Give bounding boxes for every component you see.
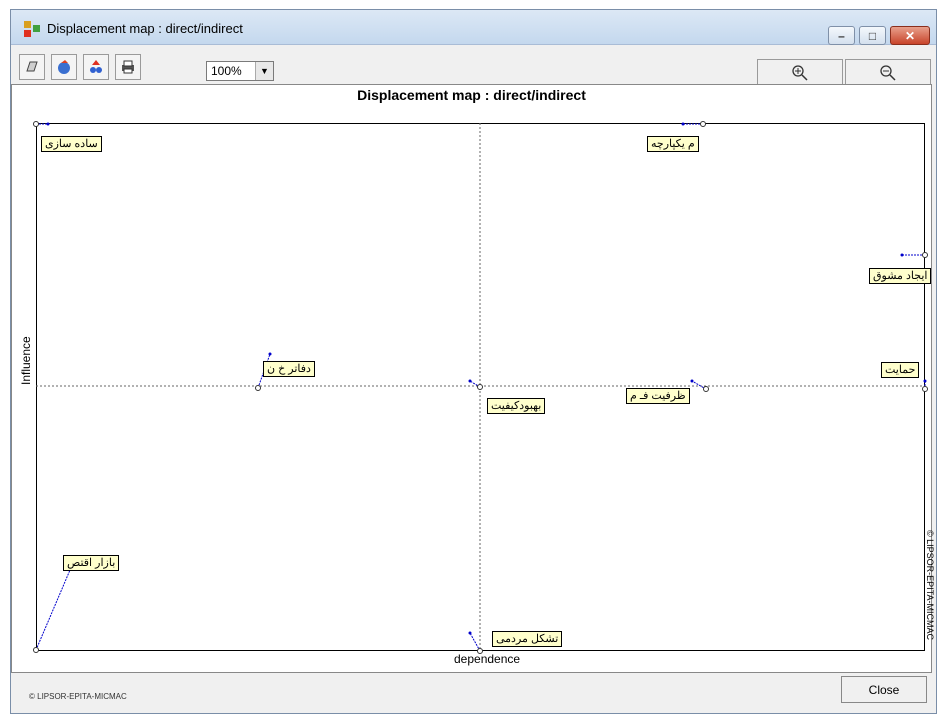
y-axis-label: Influence <box>19 336 33 385</box>
marker <box>268 352 272 356</box>
marker <box>46 122 50 126</box>
x-axis-label: dependence <box>454 652 521 666</box>
previous-position-markers <box>46 122 927 635</box>
variable-label[interactable]: م یکپارچه <box>647 136 699 152</box>
variable-label[interactable]: بهبودکیفیت <box>487 398 546 414</box>
marker <box>690 379 694 383</box>
marker <box>477 384 483 390</box>
displacement-lines <box>33 121 928 654</box>
variable-label[interactable]: حمایت <box>881 362 920 378</box>
marker <box>700 121 706 127</box>
vector-8 <box>35 569 71 651</box>
vector-9 <box>469 632 481 652</box>
side-credit: © LIPSOR-EPITA-MICMAC <box>925 530 935 640</box>
footer-credit: © LIPSOR-EPITA-MICMAC <box>29 692 127 701</box>
variable-label[interactable]: ظرفیت فـ م <box>626 388 690 404</box>
marker <box>681 122 685 126</box>
marker <box>922 386 928 392</box>
variable-label[interactable]: ساده سازی <box>41 136 102 152</box>
marker <box>922 252 928 258</box>
close-button[interactable]: Close <box>841 676 927 703</box>
position-markers <box>33 121 928 654</box>
marker <box>703 386 709 392</box>
variable-label[interactable]: ایجاد مشوق <box>869 268 932 284</box>
marker <box>468 631 472 635</box>
marker <box>33 647 39 653</box>
marker <box>33 121 39 127</box>
marker <box>923 379 927 383</box>
variable-label[interactable]: تشکل مردمی <box>492 631 563 647</box>
variable-label[interactable]: بازار اقتص <box>63 555 120 571</box>
variable-label[interactable]: دفاتر خ ن <box>263 361 315 377</box>
marker <box>468 379 472 383</box>
marker <box>255 385 261 391</box>
marker <box>900 253 904 257</box>
